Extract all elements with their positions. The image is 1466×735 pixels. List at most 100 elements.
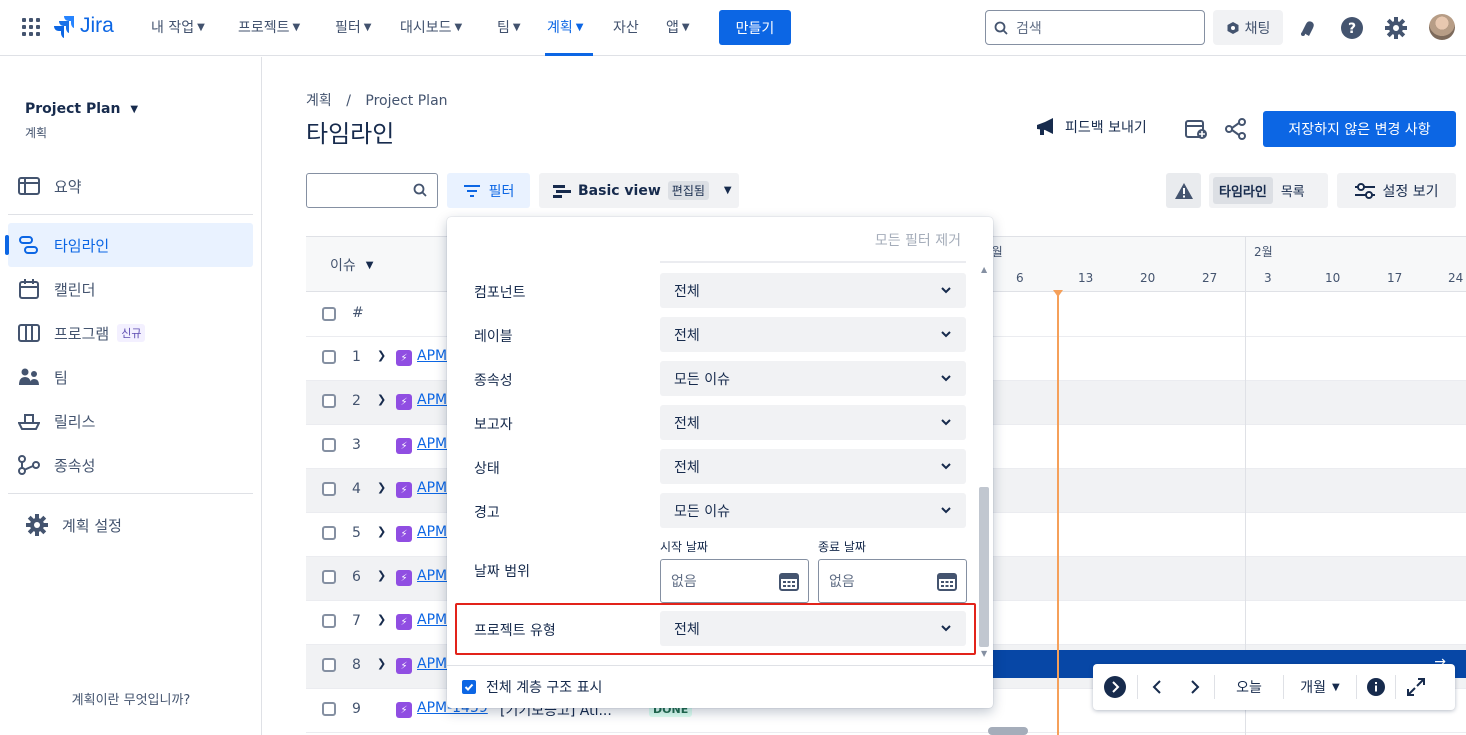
row-checkbox[interactable] [322,658,336,672]
settings-gear-icon[interactable] [1384,16,1408,40]
chevron-down-icon [941,331,951,338]
start-date-input[interactable]: 없음 [660,559,809,603]
nav-projects[interactable]: 프로젝트 ▼ [238,17,300,37]
issue-key-link[interactable]: APM [417,348,447,364]
sidebar-item-calendar[interactable]: 캘린더 [8,267,253,311]
timeline-search-input[interactable] [306,173,438,208]
info-button[interactable] [1357,664,1395,710]
search-icon [413,183,427,197]
row-checkbox[interactable] [322,438,336,452]
issue-key-link[interactable]: APM [417,436,447,452]
nav-teams[interactable]: 팀 ▼ [497,17,521,37]
app-switcher-icon[interactable] [22,18,40,36]
sidebar-item-plan-settings[interactable]: 계획 설정 [8,503,253,547]
panel-scrollbar-thumb[interactable] [979,487,989,647]
collapse-nav-button[interactable] [1093,664,1137,710]
toggle-timeline[interactable]: 타임라인 [1213,177,1273,204]
issue-key-link[interactable]: APM [417,656,447,672]
row-checkbox[interactable] [322,702,336,716]
nav-filters[interactable]: 필터 ▼ [335,17,371,37]
issue-key-link[interactable]: APM [417,480,447,496]
day-label: 10 [1325,271,1341,285]
row-checkbox[interactable] [322,350,336,364]
feedback-button[interactable]: 피드백 보내기 [1035,117,1147,137]
filter-button[interactable]: 필터 [447,173,530,208]
project-switcher[interactable]: Project Plan ▼ [25,101,138,117]
row-checkbox[interactable] [322,614,336,628]
breadcrumb-current[interactable]: Project Plan [365,93,447,109]
expand-chevron-icon[interactable]: ❯ [377,525,386,538]
nav-dashboards[interactable]: 대시보드 ▼ [400,17,462,37]
issue-key-link[interactable]: APM [417,568,447,584]
notifications-icon[interactable] [1296,16,1320,40]
unsaved-changes-button[interactable]: 저장하지 않은 변경 사항 [1263,111,1456,147]
next-button[interactable] [1176,664,1214,710]
expand-chevron-icon[interactable]: ❯ [377,393,386,406]
sidebar-item-dependency[interactable]: 종속성 [8,443,253,487]
toggle-list[interactable]: 목록 [1275,177,1311,204]
calendar-icon[interactable] [937,571,957,591]
issue-key-link[interactable]: APM [417,612,447,628]
chat-button[interactable]: 채팅 [1213,10,1283,45]
fullscreen-button[interactable] [1396,664,1436,710]
expand-chevron-icon[interactable]: ❯ [377,349,386,362]
nav-assets[interactable]: 자산 [613,17,639,37]
sidebar-item-program[interactable]: 프로그램 신규 [8,311,253,355]
expand-chevron-icon[interactable]: ❯ [377,569,386,582]
share-icon[interactable] [1225,118,1247,140]
filter-select[interactable]: 전체 [660,449,966,484]
user-avatar[interactable] [1429,14,1455,40]
previous-button[interactable] [1138,664,1176,710]
project-type-select[interactable]: 전체 [660,611,966,646]
what-is-plan-link[interactable]: 계획이란 무엇입니까? [0,689,262,708]
warnings-button[interactable] [1166,173,1201,208]
calendar-icon[interactable] [779,571,799,591]
view-settings-button[interactable]: 설정 보기 [1337,173,1456,208]
nav-apps[interactable]: 앱 ▼ [666,17,690,37]
row-checkbox[interactable] [322,394,336,408]
filter-select[interactable]: 전체 [660,405,966,440]
epic-icon: ⚡ [396,482,412,498]
issue-key-link[interactable]: APM [417,524,447,540]
filter-icon [463,184,480,197]
sidebar-item-release[interactable]: 릴리스 [8,399,253,443]
sidebar-item-team[interactable]: 팀 [8,355,253,399]
nav-label: 필터 [335,20,361,36]
scroll-down-arrow[interactable]: ▼ [981,649,987,658]
view-selector-button[interactable]: Basic view 편집됨 ▼ [539,173,739,208]
row-checkbox[interactable] [322,482,336,496]
time-scale-dropdown[interactable]: 개월 ▼ [1284,664,1356,710]
expand-chevron-icon[interactable]: ❯ [377,481,386,494]
filter-value: 모든 이슈 [674,371,730,388]
row-number: 8 [352,657,361,673]
row-checkbox[interactable] [322,570,336,584]
today-button[interactable]: 오늘 [1215,664,1283,710]
calendar-add-icon[interactable] [1184,118,1208,140]
filter-select[interactable]: 전체 [660,273,966,308]
select-all-checkbox[interactable] [322,307,336,321]
global-search-input[interactable]: 검색 [985,10,1205,45]
show-hierarchy-checkbox[interactable] [462,680,476,694]
sidebar-item-timeline[interactable]: 타임라인 [5,223,253,267]
row-checkbox[interactable] [322,526,336,540]
expand-chevron-icon[interactable]: ❯ [377,613,386,626]
filter-select[interactable]: 모든 이슈 [660,361,966,396]
view-settings-label: 설정 보기 [1382,183,1439,200]
help-icon[interactable]: ? [1340,16,1364,40]
clear-all-filters-button[interactable]: 모든 필터 제거 [875,230,961,250]
horizontal-scrollbar[interactable] [988,727,1028,735]
issue-header-dropdown[interactable]: 이슈 ▼ [330,255,373,275]
issue-key-link[interactable]: APM [417,392,447,408]
jira-logo[interactable]: Jira [54,14,114,38]
end-date-input[interactable]: 없음 [818,559,967,603]
sidebar-item-summary[interactable]: 요약 [8,164,253,208]
scroll-up-arrow[interactable]: ▲ [981,265,987,274]
breadcrumb-root[interactable]: 계획 [306,93,332,109]
nav-my-work[interactable]: 내 작업 ▼ [151,17,205,37]
create-button[interactable]: 만들기 [719,10,791,45]
nav-plans[interactable]: 계획 ▼ [547,17,583,37]
expand-chevron-icon[interactable]: ❯ [377,657,386,670]
chevron-down-icon: ▼ [681,21,690,33]
filter-select[interactable]: 모든 이슈 [660,493,966,528]
filter-select[interactable]: 전체 [660,317,966,352]
